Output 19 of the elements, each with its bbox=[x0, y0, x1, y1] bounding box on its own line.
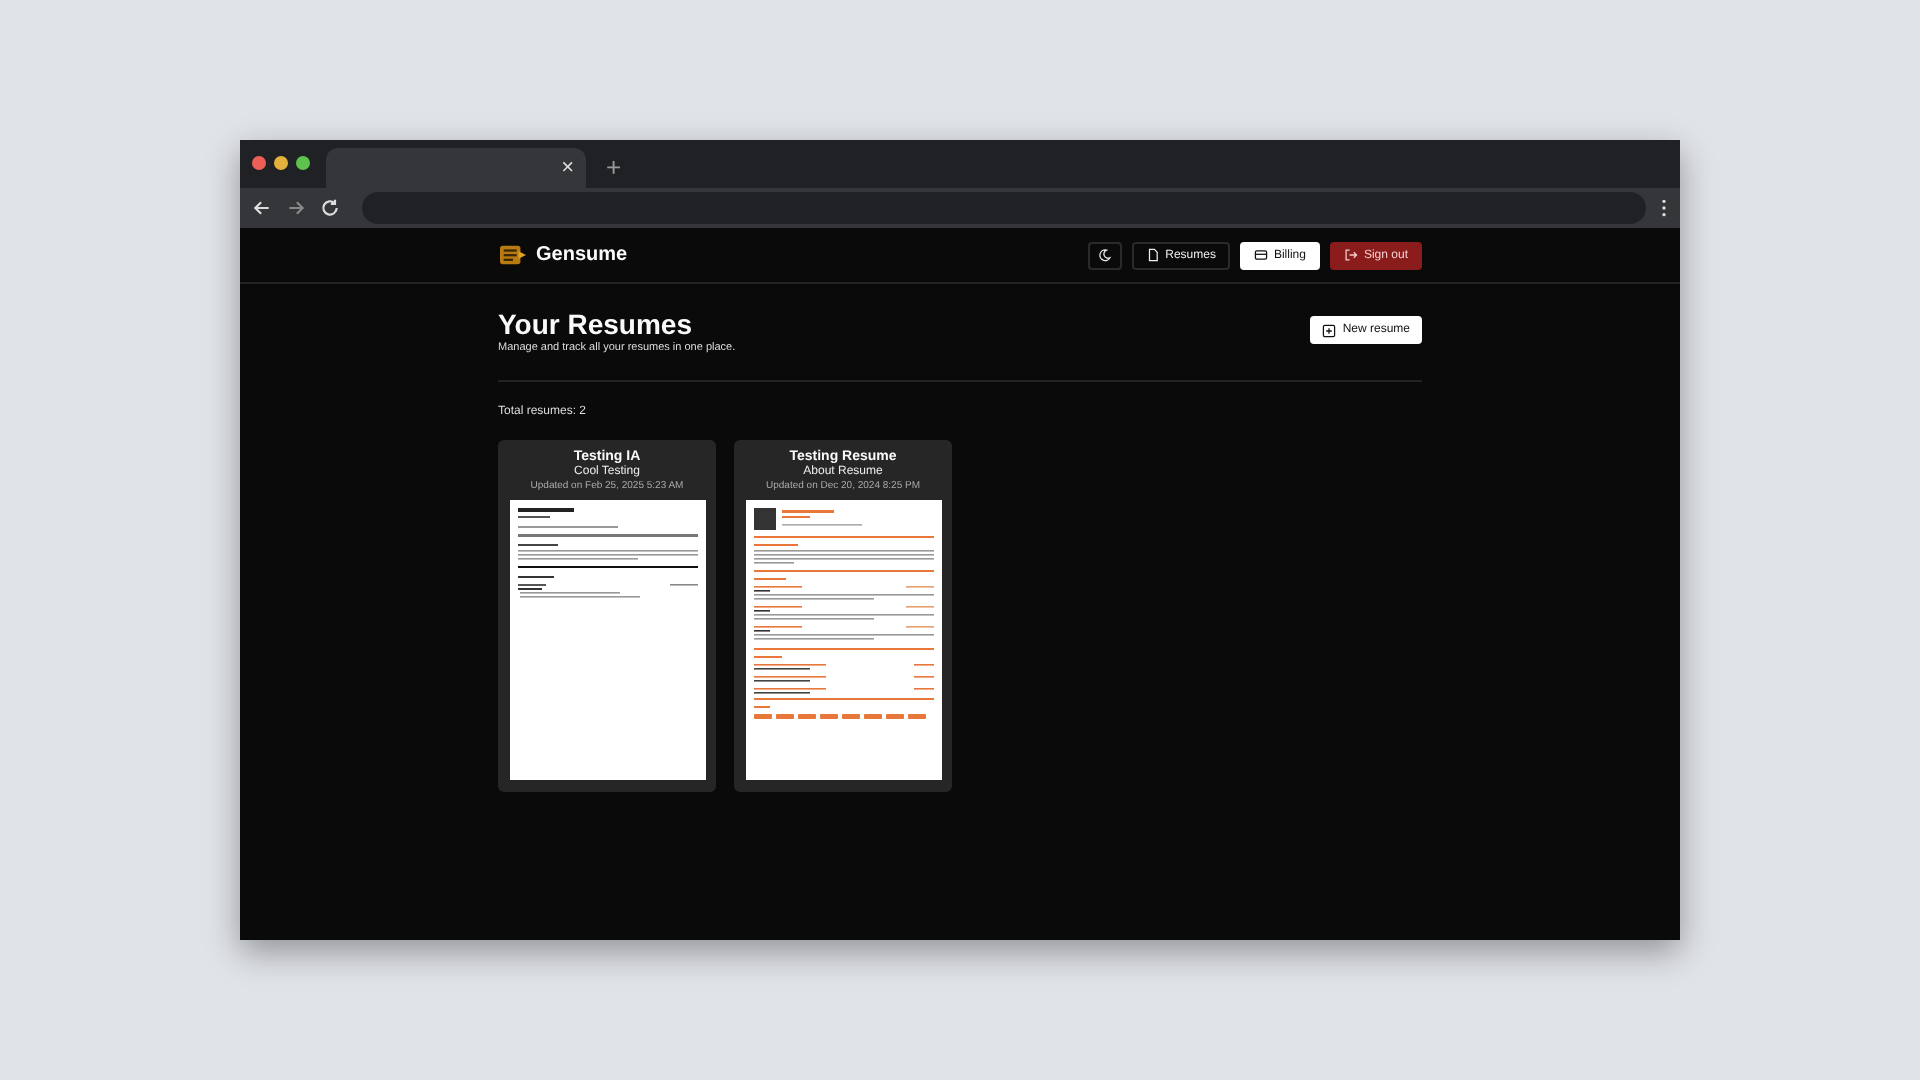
reload-icon[interactable] bbox=[320, 198, 340, 218]
brand-name: Gensume bbox=[536, 244, 628, 266]
browser-tab[interactable]: × bbox=[326, 148, 586, 188]
back-icon[interactable] bbox=[252, 198, 272, 218]
new-tab-button[interactable]: + bbox=[606, 154, 622, 180]
close-window-icon[interactable] bbox=[252, 156, 266, 170]
tab-close-button[interactable]: × bbox=[561, 157, 574, 179]
maximize-window-icon[interactable] bbox=[296, 156, 310, 170]
plus-square-icon bbox=[1322, 323, 1337, 337]
document-icon bbox=[1145, 248, 1160, 262]
menu-icon[interactable] bbox=[1660, 198, 1668, 218]
logo-icon bbox=[498, 242, 528, 268]
card-icon bbox=[1253, 248, 1268, 262]
theme-toggle-button[interactable] bbox=[1087, 241, 1122, 269]
page-title: Your Resumes bbox=[498, 308, 694, 340]
minimize-window-icon[interactable] bbox=[274, 156, 288, 170]
forward-icon[interactable] bbox=[286, 198, 306, 218]
sign-out-icon bbox=[1343, 248, 1358, 262]
moon-icon bbox=[1097, 248, 1112, 262]
